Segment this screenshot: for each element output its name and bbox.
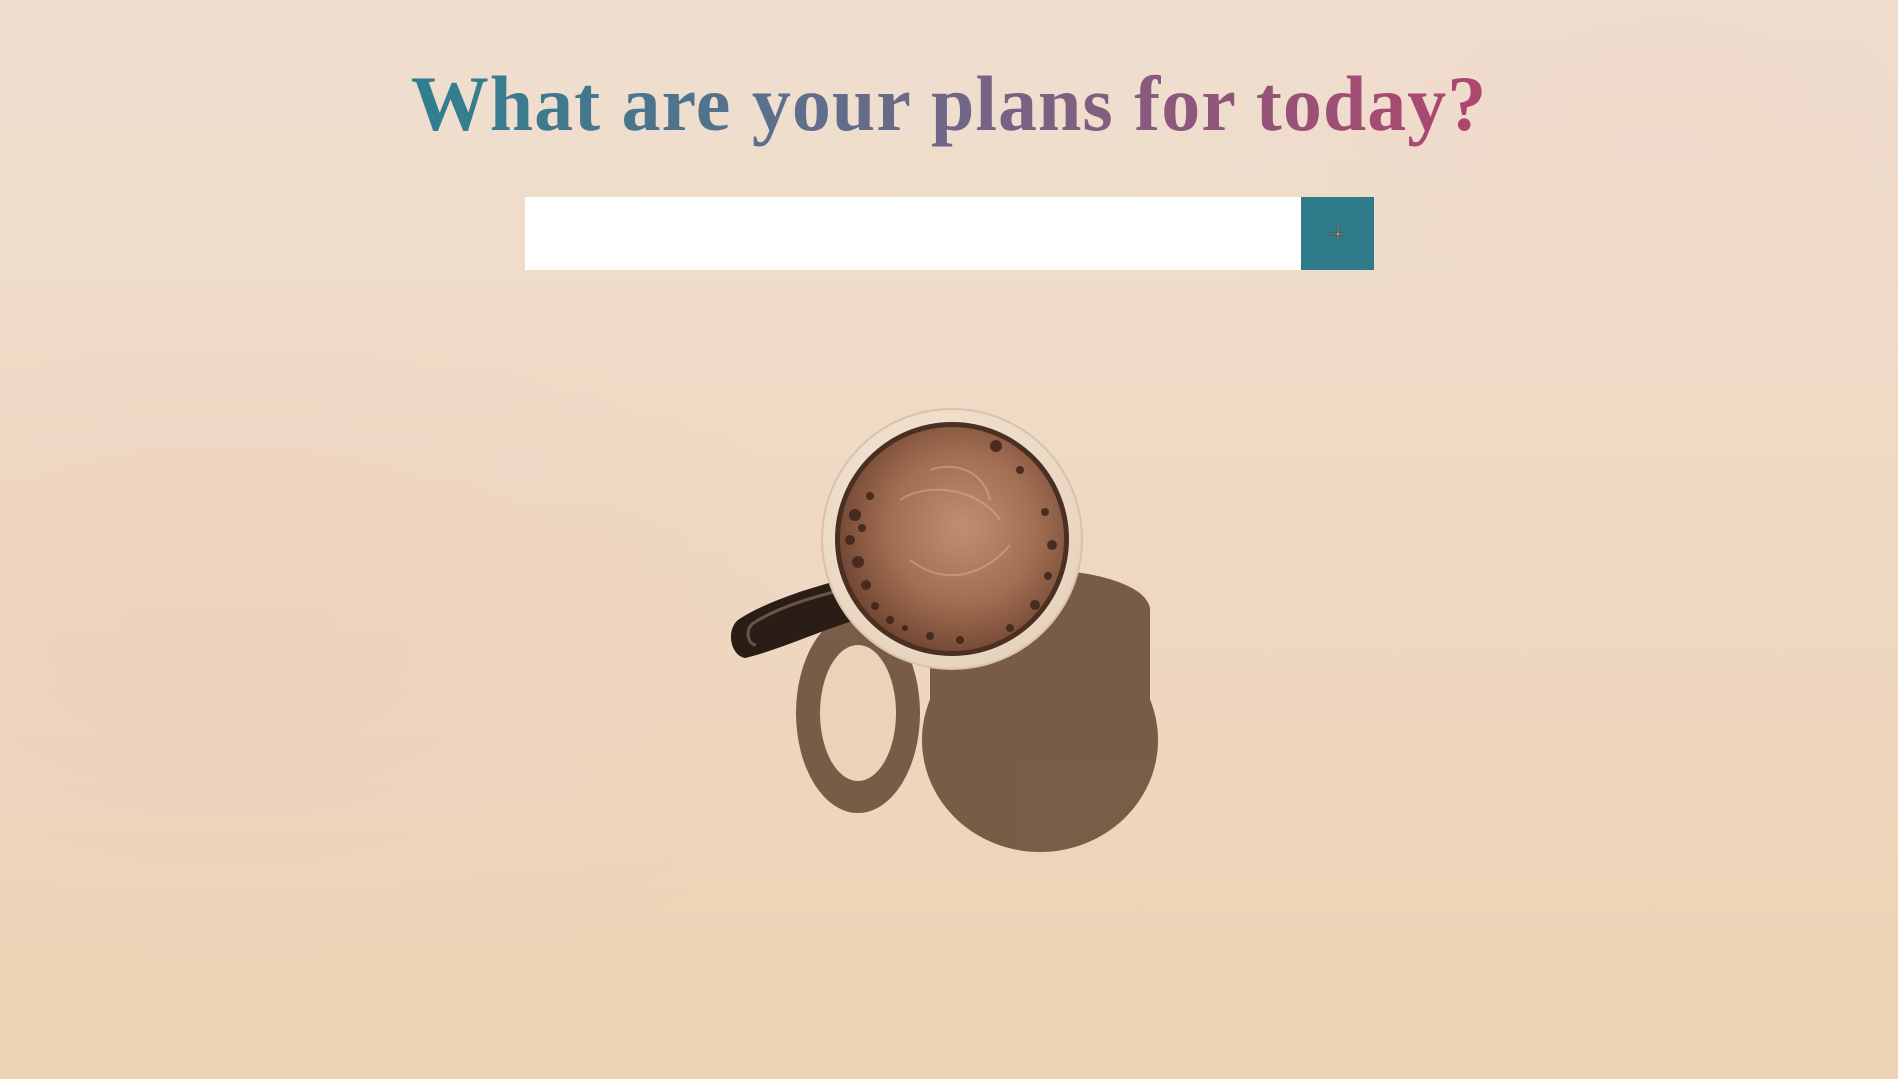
cup-rim [822, 409, 1082, 669]
add-todo-button[interactable] [1301, 197, 1374, 270]
coffee-cup-background-image [730, 408, 1158, 852]
plus-icon [1329, 225, 1346, 242]
coffee-foam [845, 440, 1057, 644]
cup-shadow [796, 570, 1158, 852]
page-title-text: What are your plans for today? [410, 60, 1488, 147]
todo-input[interactable] [525, 197, 1301, 270]
cup-handle [730, 578, 855, 658]
coffee-surface [840, 427, 1064, 651]
todo-form [525, 197, 1374, 270]
page-title: What are your plans for today? [0, 58, 1898, 150]
